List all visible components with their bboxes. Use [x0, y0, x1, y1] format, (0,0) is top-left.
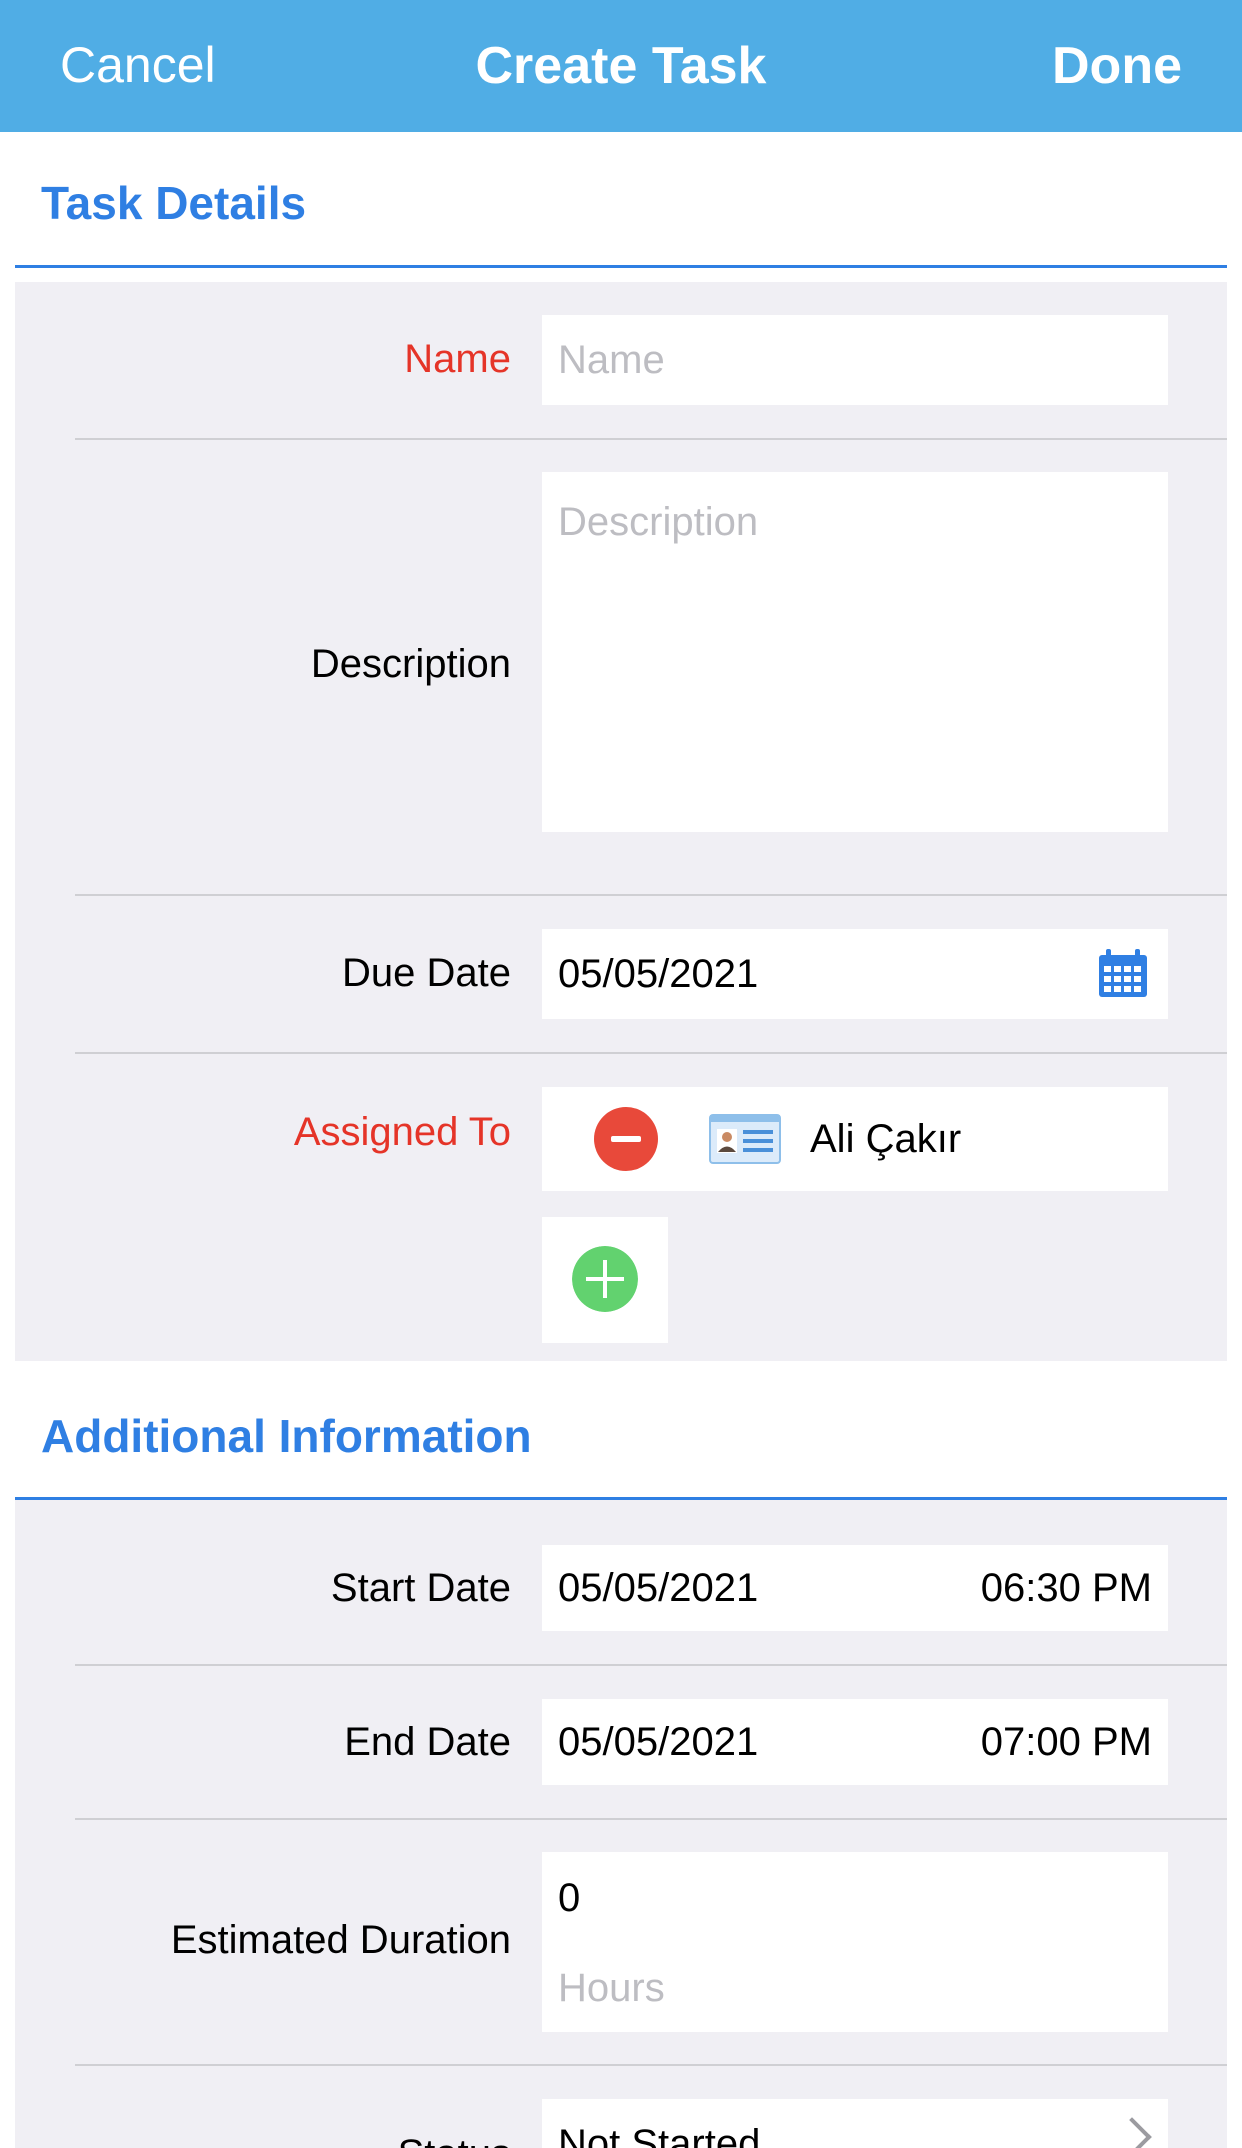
navigation-bar: Cancel Create Task Done — [0, 0, 1242, 132]
cancel-button[interactable]: Cancel — [60, 36, 216, 94]
due-date-value: 05/05/2021 — [558, 952, 759, 996]
plus-circle-icon[interactable] — [572, 1246, 638, 1312]
end-date-field[interactable]: 05/05/2021 07:00 PM — [542, 1699, 1168, 1785]
minus-circle-icon[interactable] — [594, 1107, 658, 1171]
start-date-field[interactable]: 05/05/2021 06:30 PM — [542, 1545, 1168, 1631]
add-assignee-button[interactable] — [542, 1217, 668, 1343]
estimated-duration-label: Estimated Duration — [170, 1918, 511, 1962]
estimated-duration-unit: Hours — [558, 1966, 665, 2010]
assignee-item: Ali Çakır — [542, 1087, 1168, 1191]
estimated-duration-row: Estimated Duration 0 Hours — [15, 1820, 1227, 2066]
assigned-to-label: Assigned To — [293, 1110, 511, 1154]
description-label: Description — [310, 642, 511, 686]
done-button[interactable]: Done — [1052, 36, 1182, 96]
additional-info-title: Additional Information — [41, 1410, 532, 1462]
additional-info-header: Additional Information — [15, 1361, 1227, 1500]
end-date-row: End Date 05/05/2021 07:00 PM — [15, 1666, 1227, 1820]
end-time-value: 07:00 PM — [980, 1720, 1152, 1764]
calendar-icon[interactable] — [1096, 947, 1150, 1001]
due-date-field[interactable]: 05/05/2021 — [542, 929, 1168, 1019]
end-date-label: End Date — [344, 1720, 511, 1764]
contact-card-icon — [709, 1114, 781, 1164]
assigned-to-row: Assigned To Ali Çakır — [15, 1054, 1227, 1361]
status-label: Status — [15, 2132, 511, 2148]
task-details-section: Name Name Description Description Due Da… — [15, 282, 1227, 1361]
start-time-value: 06:30 PM — [980, 1566, 1152, 1610]
name-row: Name Name — [15, 282, 1227, 440]
task-details-title: Task Details — [41, 177, 307, 229]
status-row: Status Not Started — [15, 2066, 1227, 2148]
description-placeholder: Description — [558, 500, 759, 544]
additional-info-section: Start Date 05/05/2021 06:30 PM End Date … — [15, 1500, 1227, 2148]
chevron-right-icon — [1112, 2117, 1152, 2148]
status-field[interactable]: Not Started — [542, 2099, 1168, 2148]
estimated-duration-field[interactable]: 0 Hours — [542, 1852, 1168, 2032]
start-date-label: Start Date — [330, 1566, 511, 1610]
description-field[interactable]: Description — [542, 472, 1168, 832]
name-label: Name — [404, 337, 511, 381]
status-value: Not Started — [558, 2122, 761, 2148]
due-date-row: Due Date 05/05/2021 — [15, 896, 1227, 1054]
name-field[interactable]: Name — [542, 315, 1168, 405]
end-date-value: 05/05/2021 — [558, 1720, 759, 1764]
start-date-row: Start Date 05/05/2021 06:30 PM — [15, 1500, 1227, 1666]
task-details-header: Task Details — [15, 132, 1227, 268]
start-date-value: 05/05/2021 — [558, 1566, 759, 1610]
description-row: Description Description — [15, 440, 1227, 896]
due-date-label: Due Date — [342, 951, 511, 995]
estimated-duration-value: 0 — [558, 1876, 581, 1920]
assignee-name: Ali Çakır — [810, 1117, 962, 1161]
name-placeholder: Name — [558, 338, 665, 382]
